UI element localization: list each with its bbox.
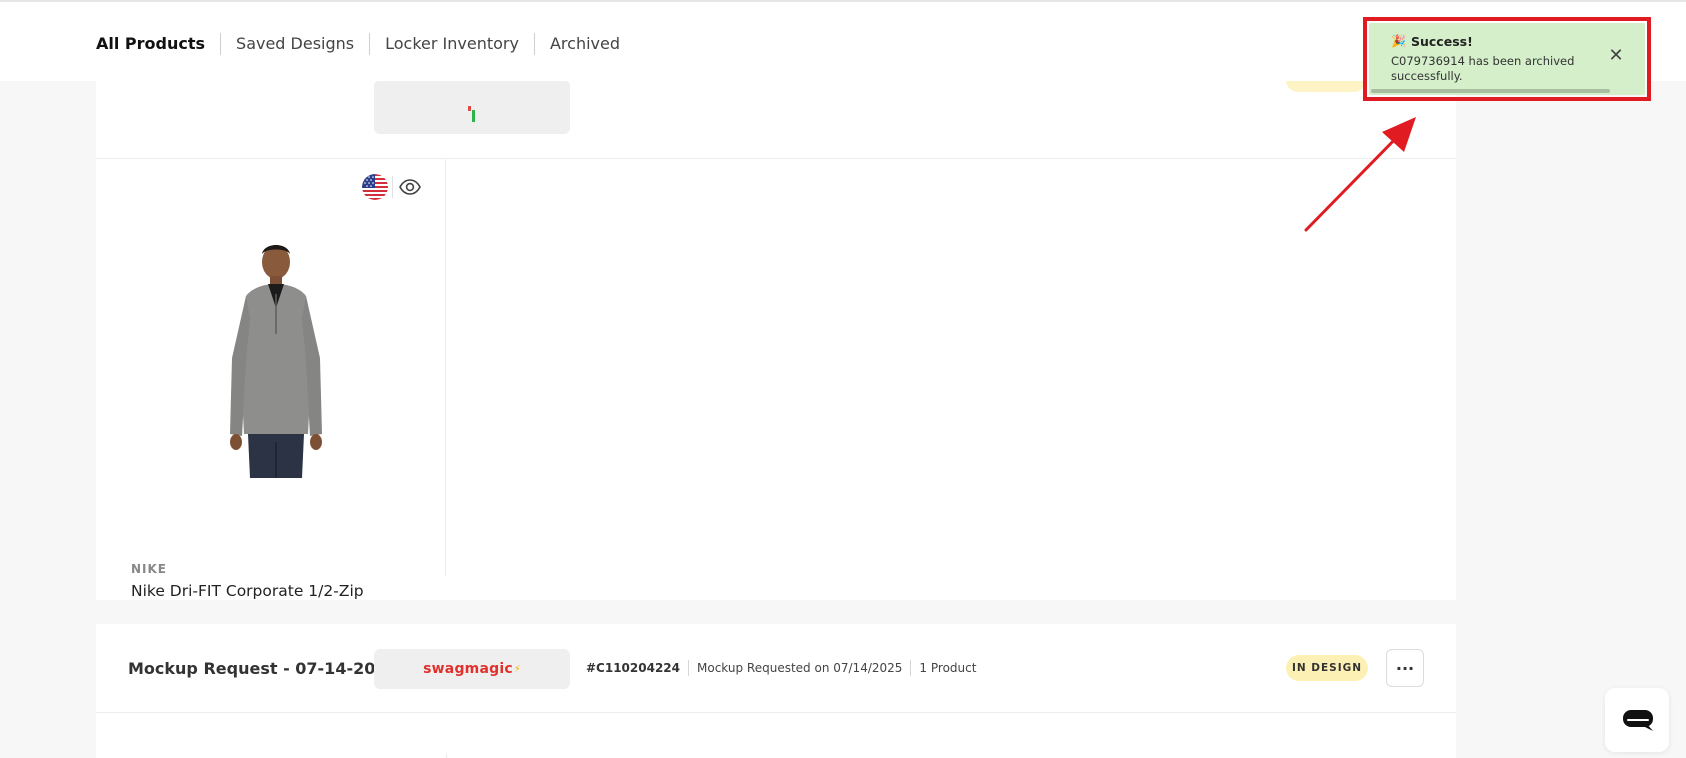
store-logo-box[interactable]: swagmagic ⚡ <box>374 649 570 689</box>
tab-archived[interactable]: Archived <box>533 33 635 55</box>
store-logo-text: swagmagic <box>423 661 513 677</box>
order-card: Mockup Request - 07-14-2025 swagmagic ⚡ … <box>96 624 1456 758</box>
status-badge: IN DESIGN <box>1286 655 1368 681</box>
logo-fragment <box>468 106 471 111</box>
us-flag-icon[interactable] <box>362 174 388 200</box>
product-image[interactable] <box>216 238 336 478</box>
party-popper-icon: 🎉 <box>1391 34 1406 48</box>
tile-divider <box>446 753 447 758</box>
order-product-count: 1 Product <box>910 660 984 676</box>
tab-all-products[interactable]: All Products <box>96 33 220 55</box>
icon-divider <box>392 176 393 198</box>
tab-locker-inventory[interactable]: Locker Inventory <box>369 33 534 55</box>
success-toast: 🎉 Success! C079736914 has been archived … <box>1369 23 1645 95</box>
order-id: #C110204224 <box>586 661 681 675</box>
product-tile[interactable]: NIKE Nike Dri-FIT Corporate 1/2-Zip <box>96 158 446 600</box>
order-card-header: Mockup Request - 07-14-2025 swagmagic ⚡ … <box>96 624 1456 713</box>
product-brand: NIKE <box>131 562 168 576</box>
store-logo-box[interactable] <box>374 80 570 134</box>
lightning-icon: ⚡ <box>513 663 521 675</box>
order-meta: #C110204224 Mockup Requested on 07/14/20… <box>586 660 984 676</box>
tab-saved-designs[interactable]: Saved Designs <box>220 33 369 55</box>
toast-progress-bar <box>1371 89 1611 93</box>
order-card-header <box>96 81 1456 159</box>
product-name[interactable]: Nike Dri-FIT Corporate 1/2-Zip <box>131 582 364 600</box>
toast-message: C079736914 has been archived successfull… <box>1391 54 1575 83</box>
annotation-arrow-icon <box>1304 117 1416 232</box>
product-tabs: All Products Saved Designs Locker Invent… <box>96 33 635 55</box>
more-options-button[interactable]: ··· <box>1386 649 1424 687</box>
toast-highlight-frame: 🎉 Success! C079736914 has been archived … <box>1363 17 1651 101</box>
order-card: NIKE Nike Dri-FIT Corporate 1/2-Zip <box>96 40 1456 600</box>
eye-icon[interactable] <box>398 175 422 199</box>
chat-button[interactable] <box>1605 688 1669 752</box>
order-requested-date: Mockup Requested on 07/14/2025 <box>688 660 910 676</box>
logo-fragment <box>472 110 475 122</box>
chat-icon <box>1623 710 1653 731</box>
toast-title: Success! <box>1411 34 1473 49</box>
close-icon[interactable]: ✕ <box>1605 45 1627 67</box>
order-title[interactable]: Mockup Request - 07-14-2025 <box>128 659 398 678</box>
